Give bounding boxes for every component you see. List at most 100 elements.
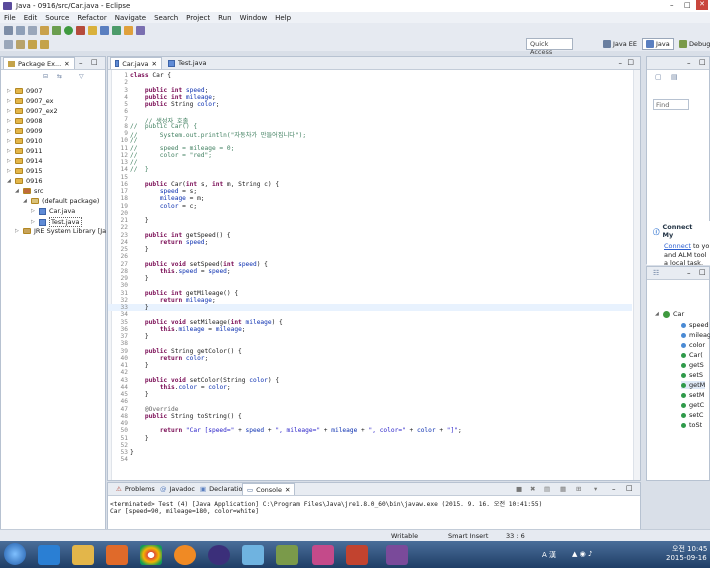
start-button[interactable] xyxy=(4,543,26,565)
menu-refactor[interactable]: Refactor xyxy=(77,14,106,22)
collapsed-arrow-icon[interactable]: ▷ xyxy=(7,98,12,104)
tab-test-java[interactable]: Test.java xyxy=(164,57,211,69)
code-line[interactable]: @Override xyxy=(130,406,179,413)
menu-project[interactable]: Project xyxy=(186,14,210,22)
clock-time[interactable]: 오전 10:45 xyxy=(672,544,707,554)
tree-item[interactable]: ◢ (default package) xyxy=(23,197,99,205)
collapse-all-icon[interactable]: ⊟ xyxy=(43,73,48,80)
clock-date[interactable]: 2015-09-16 xyxy=(666,554,707,562)
collapsed-arrow-icon[interactable]: ▷ xyxy=(7,118,12,124)
maximize-icon[interactable]: □ xyxy=(699,58,706,66)
pin-console-icon[interactable]: ⊞ xyxy=(576,485,581,493)
tree-item[interactable]: ◢ 0916 xyxy=(7,177,43,185)
code-line[interactable]: this.mileage = mileage; xyxy=(130,326,246,333)
close-icon[interactable]: ✕ xyxy=(152,60,157,68)
outline-member[interactable]: mileag xyxy=(681,331,710,339)
collapsed-arrow-icon[interactable]: ▷ xyxy=(7,108,12,114)
tree-item[interactable]: ▷ Car.java xyxy=(31,207,75,215)
firefox-icon[interactable] xyxy=(174,545,196,565)
outline-member[interactable]: setC xyxy=(681,411,703,419)
connect-link[interactable]: Connect xyxy=(664,242,691,250)
open-folder-icon[interactable] xyxy=(124,25,133,35)
menu-navigate[interactable]: Navigate xyxy=(115,14,146,22)
explorer-icon[interactable] xyxy=(72,545,94,565)
menu-run[interactable]: Run xyxy=(218,14,231,22)
code-line[interactable]: public String toString() { xyxy=(130,413,242,420)
tab-javadoc[interactable]: @ Javadoc xyxy=(156,483,199,495)
maximize-icon[interactable]: □ xyxy=(627,58,634,66)
tree-item[interactable]: ▷ 0907_ex2 xyxy=(7,107,58,115)
menu-source[interactable]: Source xyxy=(45,14,69,22)
code-line[interactable]: public Car(int s, int m, String c) { xyxy=(130,181,279,188)
outline-member[interactable]: setM xyxy=(681,391,705,399)
menu-file[interactable]: File xyxy=(4,14,16,22)
link-editor-icon[interactable]: ⇆ xyxy=(57,73,62,80)
display-console-icon[interactable]: ▾ xyxy=(594,485,597,493)
expanded-arrow-icon[interactable]: ◢ xyxy=(15,188,20,194)
ime-indicator[interactable]: A 漢 xyxy=(542,550,556,560)
terminate-icon[interactable]: ■ xyxy=(516,485,522,493)
outline-member[interactable]: setS xyxy=(681,371,703,379)
minimize-icon[interactable]: – xyxy=(687,269,691,277)
code-line[interactable]: public void setSpeed(int speed) { xyxy=(130,261,268,268)
print-icon[interactable] xyxy=(28,25,37,35)
new-icon[interactable] xyxy=(4,25,13,35)
collapsed-arrow-icon[interactable]: ▷ xyxy=(7,158,12,164)
code-line[interactable]: } xyxy=(130,391,149,398)
tree-item[interactable]: ▷ JRE System Library [Ja xyxy=(15,227,106,235)
outline-member[interactable]: getC xyxy=(681,401,704,409)
maximize-icon[interactable]: □ xyxy=(91,58,98,66)
forward-arrow-icon[interactable] xyxy=(40,39,49,49)
tree-item[interactable]: ▷ 0908 xyxy=(7,117,43,125)
code-line[interactable]: } xyxy=(130,435,149,442)
scroll-lock-icon[interactable]: ▦ xyxy=(560,485,566,493)
outline-member[interactable]: Car( xyxy=(681,351,703,359)
code-line[interactable]: class Car { xyxy=(130,72,171,79)
menu-search[interactable]: Search xyxy=(154,14,178,22)
chrome-icon[interactable] xyxy=(140,545,162,565)
tree-item[interactable]: ▷ 0907 xyxy=(7,87,43,95)
collapsed-arrow-icon[interactable]: ▷ xyxy=(7,128,12,134)
code-line[interactable]: // xyxy=(130,159,137,166)
code-line[interactable]: return "Car [speed=" + speed + ", mileag… xyxy=(130,427,462,434)
code-line[interactable]: // public Car() { xyxy=(130,123,197,130)
code-line[interactable]: return mileage; xyxy=(130,297,216,304)
collapsed-arrow-icon[interactable]: ▷ xyxy=(15,228,20,234)
minimize-button[interactable]: – xyxy=(670,1,680,10)
notepad-icon[interactable] xyxy=(242,545,264,565)
tree-item[interactable]: ▷ 0907_ex xyxy=(7,97,54,105)
tab-problems[interactable]: ⚠ Problems xyxy=(112,483,159,495)
tree-item[interactable]: ▷ 0909 xyxy=(7,127,43,135)
minimize-icon[interactable]: – xyxy=(612,485,616,493)
search-icon[interactable] xyxy=(136,25,145,35)
collapsed-arrow-icon[interactable]: ▷ xyxy=(7,168,12,174)
maximize-icon[interactable]: □ xyxy=(626,484,633,492)
code-line[interactable]: public void setMileage(int mileage) { xyxy=(130,319,283,326)
pin-icon[interactable] xyxy=(16,39,25,49)
tab-console[interactable]: ▭ Console ✕ xyxy=(242,483,296,495)
minimize-icon[interactable]: – xyxy=(687,59,691,67)
eclipse-icon[interactable] xyxy=(208,545,230,565)
outline-member[interactable]: color xyxy=(681,341,705,349)
quick-access-input[interactable]: Quick Access xyxy=(526,38,573,56)
paint-icon[interactable] xyxy=(312,545,334,565)
tree-item[interactable]: ▷ Test.java xyxy=(31,217,82,227)
code-line[interactable]: // xyxy=(130,137,137,144)
code-line[interactable]: this.color = color; xyxy=(130,384,231,391)
close-button[interactable]: ✕ xyxy=(696,0,708,10)
save-icon[interactable] xyxy=(16,25,25,35)
code-line[interactable]: // System.out.println("자동차가 만들어집니다"); xyxy=(130,130,306,139)
media-player-icon[interactable] xyxy=(106,545,128,565)
code-line[interactable]: color = c; xyxy=(130,203,197,210)
tree-item[interactable]: ▷ 0914 xyxy=(7,157,43,165)
external-tools-icon[interactable] xyxy=(76,25,85,35)
perspective-java[interactable]: Java xyxy=(642,38,674,50)
minimize-icon[interactable]: – xyxy=(619,59,623,67)
menu-window[interactable]: Window xyxy=(240,14,268,22)
menu-edit[interactable]: Edit xyxy=(24,14,38,22)
perspective-debug[interactable]: Debug xyxy=(676,38,710,50)
code-line[interactable]: mileage = m; xyxy=(130,195,205,202)
code-line[interactable]: speed = s; xyxy=(130,188,197,195)
code-line[interactable]: public int getSpeed() { xyxy=(130,232,231,239)
find-input[interactable]: Find xyxy=(653,99,689,110)
